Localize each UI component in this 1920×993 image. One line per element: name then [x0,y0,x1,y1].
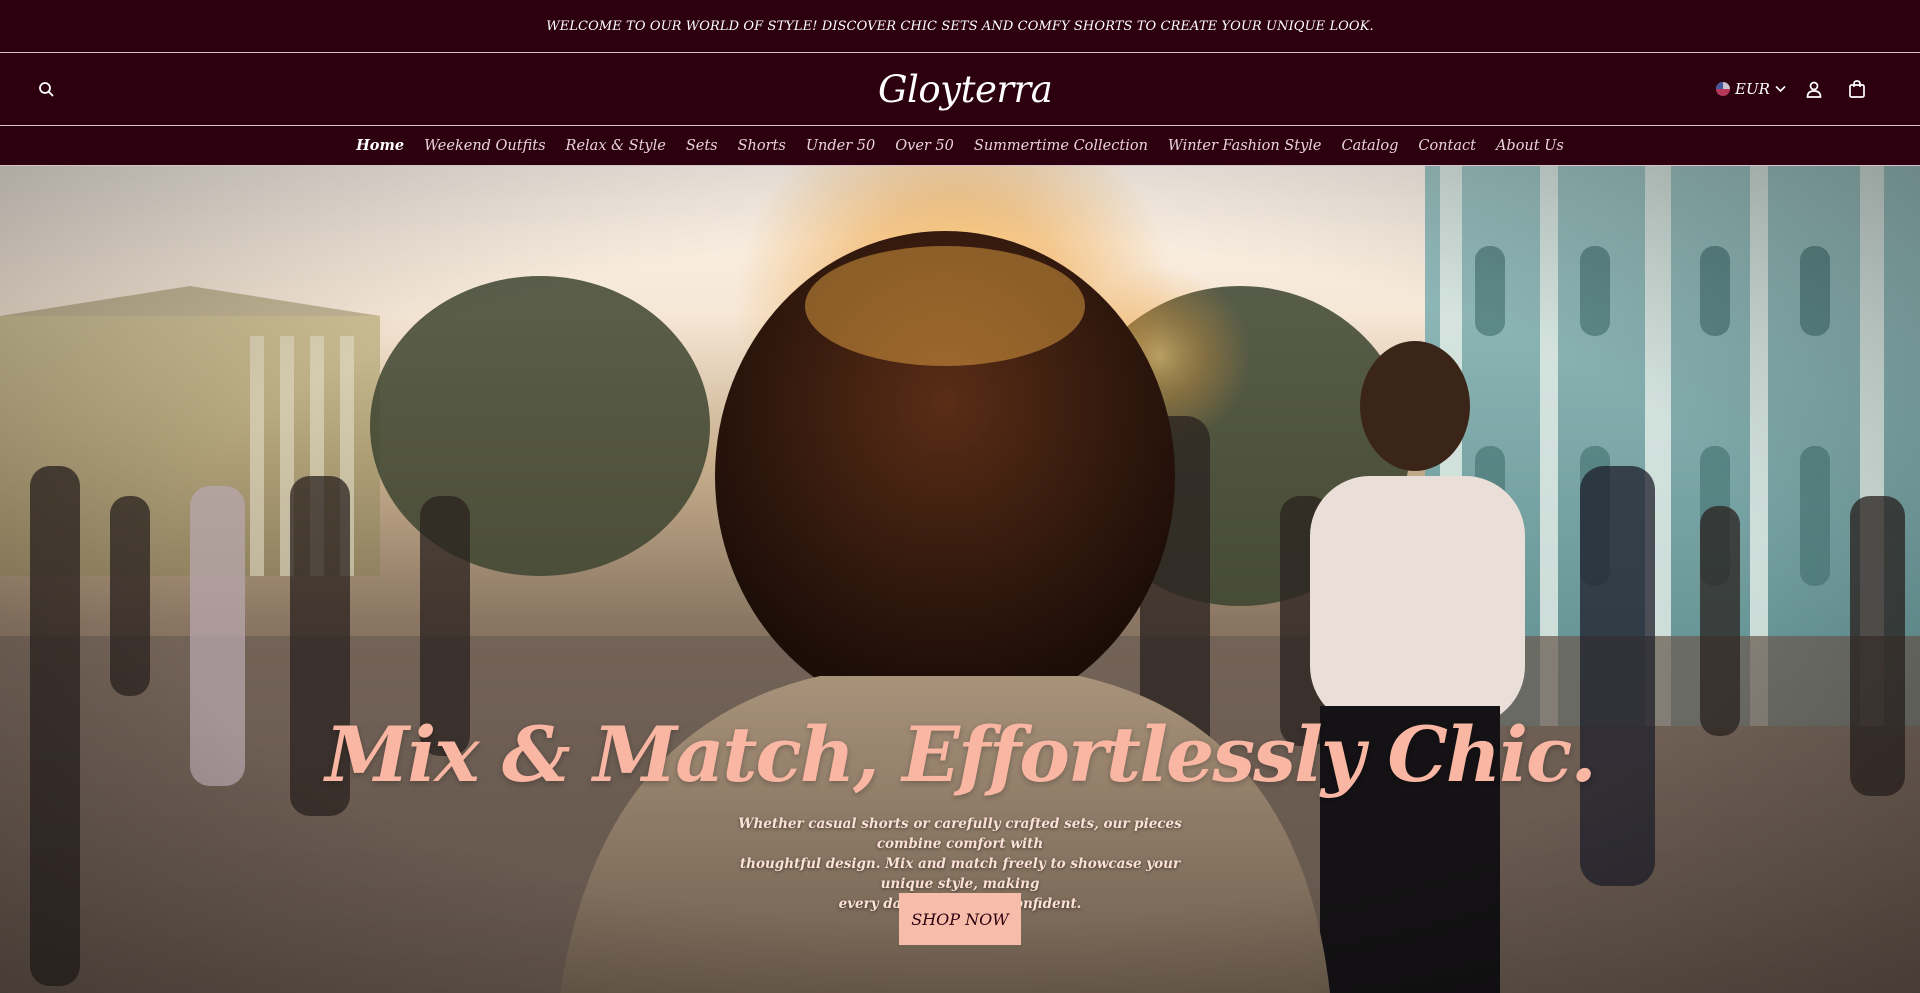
account-icon [1806,81,1822,98]
search-icon [39,82,54,97]
nav-item-winter-fashion-style[interactable]: Winter Fashion Style [1168,138,1322,154]
nav-item-home[interactable]: Home [356,137,404,154]
logo-text: Gloyterra [878,67,1053,111]
hero-subtitle-line: thoughtful design. Mix and match freely … [739,856,1181,892]
cart-button[interactable] [1843,75,1871,103]
us-flag-icon [1716,82,1730,96]
currency-selector[interactable]: EUR [1716,75,1786,103]
nav-item-sets[interactable]: Sets [686,138,718,154]
chevron-down-icon [1775,85,1786,93]
nav-item-about-us[interactable]: About Us [1496,138,1564,154]
nav-item-relax-style[interactable]: Relax & Style [566,138,666,154]
currency-label: EUR [1735,80,1770,98]
announcement-text: WELCOME TO OUR WORLD OF STYLE! DISCOVER … [546,18,1374,34]
logo[interactable]: Gloyterra [872,63,1053,115]
nav-item-under-50[interactable]: Under 50 [806,138,875,154]
main-navigation: Home Weekend Outfits Relax & Style Sets … [0,126,1920,166]
account-button[interactable] [1800,75,1828,103]
announcement-bar: WELCOME TO OUR WORLD OF STYLE! DISCOVER … [0,0,1920,53]
nav-item-catalog[interactable]: Catalog [1341,138,1398,154]
nav-item-weekend-outfits[interactable]: Weekend Outfits [424,138,545,154]
cart-icon [1849,80,1865,98]
shop-now-button[interactable]: SHOP NOW [899,893,1021,945]
nav-item-contact[interactable]: Contact [1418,138,1476,154]
nav-item-summertime-collection[interactable]: Summertime Collection [974,138,1148,154]
nav-item-over-50[interactable]: Over 50 [895,138,954,154]
nav-item-shorts[interactable]: Shorts [738,138,786,154]
search-button[interactable] [32,75,60,103]
site-header: Gloyterra EUR [0,53,1920,126]
hero-banner: Mix & Match, Effortlessly Chic. Whether … [0,166,1920,993]
hero-subtitle-line: Whether casual shorts or carefully craft… [738,816,1182,852]
hero-title: Mix & Match, Effortlessly Chic. [325,710,1597,799]
